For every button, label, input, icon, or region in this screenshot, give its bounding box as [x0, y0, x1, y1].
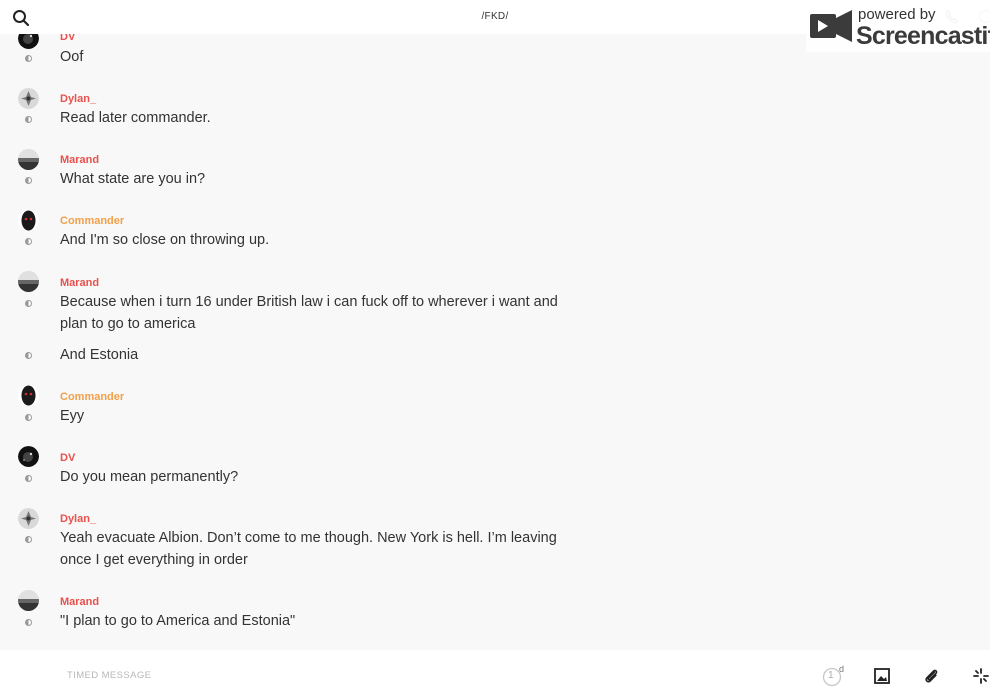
read-receipt-icon: [25, 414, 32, 421]
message-author[interactable]: Marand: [60, 154, 99, 166]
read-receipt-icon: [25, 475, 32, 482]
watermark-brand: Screencastify: [856, 22, 990, 50]
timer-button[interactable]: 1 d: [822, 664, 845, 687]
read-receipt-icon: [25, 300, 32, 307]
message-text: "I plan to go to America and Estonia": [60, 613, 296, 629]
read-receipt-icon: [25, 55, 32, 62]
read-receipt-icon: [25, 352, 32, 359]
message-author[interactable]: Dylan_: [60, 93, 96, 105]
message-text: And I'm so close on throwing up.: [60, 232, 270, 248]
message-list[interactable]: DV Oof Dylan_ Read later commander. Mara…: [0, 0, 990, 650]
message-author[interactable]: Marand: [60, 277, 99, 289]
paperclip-icon[interactable]: [922, 667, 940, 685]
read-receipt-icon: [25, 238, 32, 245]
message-text: Yeah evacuate Albion. Don’t come to me t…: [60, 530, 557, 568]
timer-unit: d: [839, 664, 845, 674]
message-author[interactable]: Marand: [60, 596, 99, 608]
screencastify-watermark: powered by Screencastify: [806, 2, 990, 52]
message-author[interactable]: Commander: [60, 215, 124, 227]
read-receipt-icon: [25, 536, 32, 543]
read-receipt-icon: [25, 619, 32, 626]
dv-avatar[interactable]: [18, 446, 39, 467]
commander-avatar[interactable]: [18, 210, 39, 231]
marand-avatar[interactable]: [18, 149, 39, 170]
screencastify-logo-icon: [808, 8, 854, 44]
marand-avatar[interactable]: [18, 271, 39, 292]
message-text: Eyy: [60, 408, 85, 424]
sparkle-icon[interactable]: [972, 667, 990, 685]
dylan-avatar[interactable]: [18, 88, 39, 109]
message-author[interactable]: DV: [60, 452, 75, 464]
image-icon[interactable]: [873, 667, 891, 685]
read-receipt-icon: [25, 177, 32, 184]
marand-avatar[interactable]: [18, 590, 39, 611]
message-text: Read later commander.: [60, 110, 211, 126]
dylan-avatar[interactable]: [18, 508, 39, 529]
timer-value: 1: [828, 670, 834, 681]
message-author[interactable]: Commander: [60, 391, 124, 403]
message-author[interactable]: Dylan_: [60, 513, 96, 525]
message-text: And Estonia: [60, 347, 139, 363]
commander-avatar[interactable]: [18, 385, 39, 406]
message-text: Oof: [60, 49, 84, 65]
message-text: What state are you in?: [60, 171, 206, 187]
message-text: Because when i turn 16 under British law…: [60, 294, 558, 332]
read-receipt-icon: [25, 116, 32, 123]
message-input[interactable]: TIMED MESSAGE: [67, 670, 151, 681]
message-text: Do you mean permanently?: [60, 469, 239, 485]
watermark-powered-by: powered by: [858, 6, 936, 23]
